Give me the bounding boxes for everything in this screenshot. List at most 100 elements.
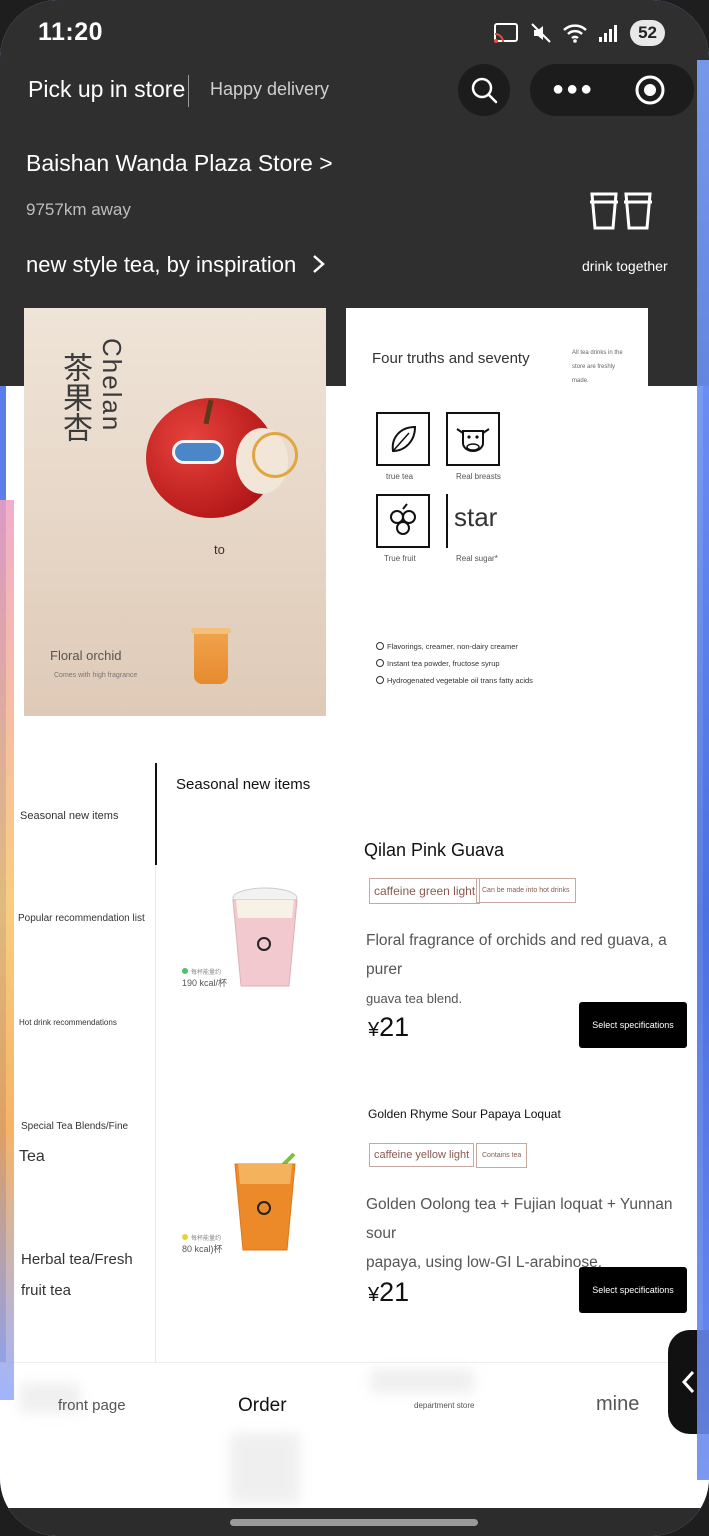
- status-time: 11:20: [38, 18, 104, 46]
- product-2-kcal-value: 80 kcal)杯: [182, 1244, 223, 1254]
- drink-cup-image: [191, 628, 231, 684]
- select-specifications-button-1[interactable]: Select specifications: [579, 1002, 687, 1048]
- sidebar-active-indicator: [155, 763, 157, 865]
- sidebar-item-seasonal[interactable]: Seasonal new items: [20, 810, 118, 822]
- tab-pickup-in-store[interactable]: Pick up in store: [28, 76, 185, 103]
- edge-glow-left: [0, 500, 14, 1400]
- status-icons: 52: [492, 20, 665, 46]
- battery-indicator: 52: [630, 20, 665, 46]
- tab-mine[interactable]: mine: [596, 1393, 639, 1416]
- banner-to-text: to: [214, 542, 225, 557]
- drink-together-icon[interactable]: [586, 186, 658, 234]
- banner-title: Chelan: [97, 338, 127, 433]
- ghost-overlay: [230, 1433, 300, 1503]
- header-divider: [188, 75, 189, 107]
- select-specifications-button-2[interactable]: Select specifications: [579, 1267, 687, 1313]
- promo-banner-four-truths[interactable]: Four truths and seventy All tea drinks i…: [346, 308, 648, 716]
- banner2-note: All tea drinks in the store are freshly …: [572, 350, 623, 384]
- icon-caption-real-sugar: Real sugar*: [456, 554, 498, 563]
- product-1-kcal-label: 每杯能量约: [191, 970, 222, 976]
- signal-icon: [599, 25, 618, 42]
- banner2-check-1: Flavorings, creamer, non-dairy creamer: [376, 642, 518, 651]
- home-indicator[interactable]: [230, 1519, 478, 1526]
- fruit-icon: [376, 494, 430, 548]
- product-2-currency: ¥: [368, 1284, 380, 1306]
- product-2-kcal: 每杯能量约 80 kcal)杯: [182, 1232, 223, 1255]
- banner-subtext: Comes with high fragrance: [54, 672, 138, 679]
- mute-icon: [531, 23, 551, 43]
- apple-sticker: [172, 440, 224, 464]
- sidebar-item-special-blends-tea[interactable]: Tea: [19, 1148, 45, 1166]
- product-1-tag-caffeine: caffeine green light: [369, 878, 481, 904]
- product-1-name[interactable]: Qilan Pink Guava: [364, 840, 504, 861]
- product-2-kcal-label: 每杯能量约: [191, 1236, 222, 1242]
- product-2-desc-line2: papaya, using low-GI L-arabinose.: [366, 1254, 603, 1271]
- product-2-desc-line1: Golden Oolong tea + Fujian loquat + Yunn…: [366, 1196, 673, 1242]
- banner2-check-3: Hydrogenated vegetable oil trans fatty a…: [376, 676, 533, 685]
- product-1-tag-hot: Can be made into hot drinks: [476, 878, 576, 903]
- cow-icon: [446, 412, 500, 466]
- icon-caption-true-fruit: True fruit: [384, 554, 416, 563]
- miniapp-capsule: ●●●: [530, 64, 694, 116]
- tab-department-store[interactable]: department store: [414, 1401, 474, 1410]
- tea-leaf-icon: [376, 412, 430, 466]
- promo-banner-chelan[interactable]: 茶果杏 Chelan to Floral orchid Comes with h…: [24, 308, 326, 716]
- banner2-check-2: Instant tea powder, fructose syrup: [376, 659, 500, 668]
- section-title: Seasonal new items: [176, 776, 311, 793]
- category-sidebar: [0, 760, 156, 1362]
- bottom-tab-bar: front page Order department store mine: [0, 1362, 709, 1510]
- product-1-currency: ¥: [368, 1019, 380, 1041]
- product-2-tag-caffeine: caffeine yellow light: [369, 1143, 475, 1167]
- caffeine-green-dot: [182, 968, 188, 974]
- store-name-link[interactable]: Baishan Wanda Plaza Store >: [26, 150, 333, 177]
- sugar-icon-border: [446, 494, 448, 548]
- tab-happy-delivery[interactable]: Happy delivery: [210, 79, 329, 100]
- top-header: Pick up in store Happy delivery ●●●: [28, 64, 694, 116]
- product-image-pink-guava[interactable]: [230, 886, 300, 995]
- tab-front-page[interactable]: front page: [58, 1397, 126, 1414]
- product-1-kcal-value: 190 kcal/杯: [182, 978, 228, 988]
- caffeine-yellow-dot: [182, 1234, 188, 1240]
- star-text: star: [454, 502, 498, 532]
- product-1-description: Floral fragrance of orchids and red guav…: [366, 926, 688, 1013]
- product-2-description: Golden Oolong tea + Fujian loquat + Yunn…: [366, 1190, 688, 1277]
- product-1-desc-line1: Floral fragrance of orchids and red guav…: [366, 932, 667, 978]
- product-1-price: ¥21: [368, 1012, 409, 1043]
- product-1-price-value: 21: [379, 1012, 410, 1042]
- sidebar-item-popular[interactable]: Popular recommendation list: [18, 913, 145, 924]
- banner2-title: Four truths and seventy: [372, 350, 530, 367]
- search-button[interactable]: [458, 64, 510, 116]
- slogan-text: new style tea, by inspiration: [26, 252, 297, 277]
- edge-glow-right: [697, 60, 709, 1480]
- sidebar-item-herbal[interactable]: Herbal tea/Fresh: [21, 1251, 133, 1268]
- product-2-price: ¥21: [368, 1277, 409, 1308]
- product-2-tag-contains-tea: Contains tea: [476, 1143, 528, 1168]
- product-2-price-value: 21: [379, 1277, 410, 1307]
- status-bar: 11:20 52: [0, 0, 709, 62]
- product-1-kcal: 每杯能量约 190 kcal/杯: [182, 966, 227, 989]
- close-miniapp-icon[interactable]: [634, 74, 666, 106]
- product-image-papaya-loquat[interactable]: [232, 1150, 302, 1259]
- more-options-icon[interactable]: ●●●: [552, 78, 594, 101]
- drink-together-label[interactable]: drink together: [582, 258, 668, 274]
- sidebar-item-hot-drinks[interactable]: Hot drink recommendations: [19, 1018, 117, 1027]
- ghost-overlay: [370, 1369, 474, 1393]
- loquat-outline: [252, 432, 298, 478]
- cast-icon: [494, 23, 519, 43]
- sidebar-item-herbal-fruit[interactable]: fruit tea: [21, 1282, 71, 1299]
- sidebar-separator: [155, 865, 156, 1362]
- store-distance: 9757km away: [26, 200, 131, 219]
- phone-screen: 11:20 52 Pick up in store Happy delivery…: [0, 0, 709, 1536]
- icon-caption-true-tea: true tea: [386, 472, 414, 481]
- tab-order[interactable]: Order: [238, 1395, 287, 1417]
- wifi-icon: [563, 24, 587, 43]
- banner-floral-text: Floral orchid: [50, 648, 122, 663]
- chevron-left-icon: [681, 1370, 695, 1394]
- product-2-name[interactable]: Golden Rhyme Sour Papaya Loquat: [368, 1107, 561, 1121]
- banner-chinese-title: 茶果杏: [57, 352, 92, 442]
- sidebar-item-special-blends[interactable]: Special Tea Blends/Fine: [21, 1121, 128, 1132]
- brand-slogan-link[interactable]: new style tea, by inspiration: [26, 252, 326, 278]
- chevron-right-icon: [313, 255, 326, 273]
- product-1-desc-line2: guava tea blend.: [366, 991, 463, 1006]
- icon-caption-real-breasts: Real breasts: [456, 472, 501, 481]
